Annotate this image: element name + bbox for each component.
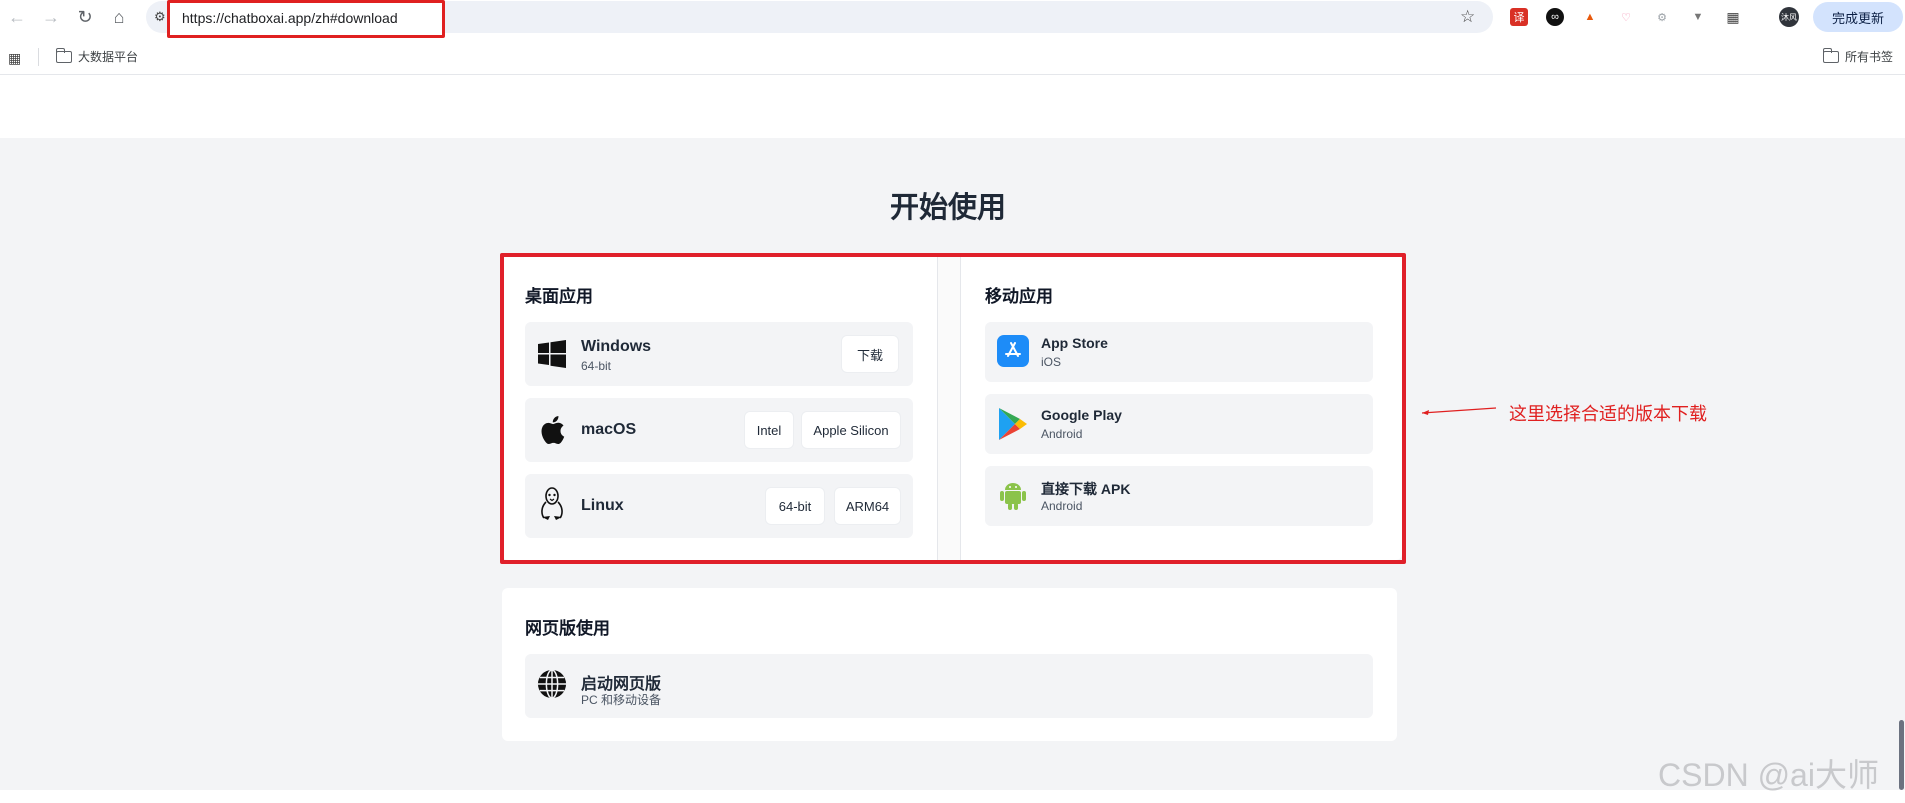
- apk-sub: Android: [1041, 499, 1083, 513]
- linux-row: Linux 64-bit ARM64: [525, 474, 913, 538]
- back-icon[interactable]: ←: [0, 1, 34, 35]
- forward-icon[interactable]: →: [34, 1, 68, 35]
- appstore-label: App Store: [1041, 335, 1108, 351]
- globe-icon: [537, 669, 567, 699]
- home-icon[interactable]: ⌂: [102, 1, 136, 35]
- chrome-divider: [0, 74, 1905, 75]
- extensions-puzzle-icon[interactable]: ▦: [1724, 8, 1742, 26]
- page-title: 开始使用: [889, 192, 1006, 224]
- desktop-section-title: 桌面应用: [525, 287, 593, 306]
- windows-row: Windows 64-bit 下载: [525, 322, 913, 386]
- extension-cat-icon[interactable]: ♡: [1617, 8, 1635, 26]
- bookmark-folder[interactable]: 大数据平台: [55, 47, 139, 65]
- extension-gear-icon[interactable]: ⚙: [1653, 8, 1671, 26]
- googleplay-row[interactable]: Google Play Android: [985, 394, 1373, 454]
- bookmarks-bar: ▦ 大数据平台 所有书签: [0, 42, 1905, 72]
- apps-grid-icon[interactable]: ▦: [8, 50, 21, 67]
- linux-label: Linux: [581, 497, 624, 514]
- appstore-icon: [997, 335, 1029, 367]
- appstore-sub: iOS: [1041, 355, 1062, 369]
- apk-label: 直接下载 APK: [1041, 481, 1131, 497]
- launch-web-row[interactable]: 启动网页版 PC 和移动设备: [525, 654, 1373, 718]
- launch-web-sub: PC 和移动设备: [581, 693, 662, 707]
- extension-infinity-icon[interactable]: ∞: [1546, 8, 1564, 26]
- linux-penguin-icon: [537, 487, 567, 520]
- macos-label: macOS: [581, 421, 637, 438]
- bookmark-folder-label: 大数据平台: [78, 50, 139, 64]
- linux-arm64-button[interactable]: ARM64: [834, 487, 901, 525]
- apple-icon: [537, 415, 567, 445]
- appstore-row[interactable]: App Store iOS: [985, 322, 1373, 382]
- mobile-section-title: 移动应用: [985, 287, 1053, 306]
- extension-tree-icon[interactable]: ▲: [1581, 8, 1599, 26]
- windows-label: Windows: [581, 338, 652, 355]
- windows-icon: [537, 339, 567, 369]
- windows-sub: 64-bit: [581, 359, 612, 373]
- googleplay-sub: Android: [1041, 427, 1083, 441]
- extension-vue-icon[interactable]: ▼: [1689, 8, 1707, 26]
- macos-intel-button[interactable]: Intel: [744, 411, 794, 449]
- folder-icon: [1822, 47, 1839, 63]
- url-text[interactable]: https://chatboxai.app/zh#download: [182, 10, 398, 26]
- windows-download-button[interactable]: 下载: [841, 335, 899, 373]
- macos-row: macOS Intel Apple Silicon: [525, 398, 913, 462]
- extension-translate-icon[interactable]: 译: [1510, 8, 1528, 26]
- android-icon: [997, 479, 1029, 511]
- apk-row[interactable]: 直接下载 APK Android: [985, 466, 1373, 526]
- page-scrollbar[interactable]: [1899, 720, 1904, 790]
- watermark: CSDN @ai大师: [1658, 757, 1879, 793]
- annotation-arrow-icon: [1421, 407, 1497, 415]
- profile-avatar[interactable]: 沐风: [1779, 7, 1799, 27]
- all-bookmarks-label: 所有书签: [1845, 50, 1894, 64]
- update-button[interactable]: 完成更新: [1813, 2, 1903, 32]
- web-section-title: 网页版使用: [525, 619, 610, 638]
- macos-apple-silicon-button[interactable]: Apple Silicon: [801, 411, 901, 449]
- folder-icon: [55, 47, 72, 63]
- bookmark-separator: [38, 48, 39, 66]
- reload-icon[interactable]: ↻: [68, 1, 102, 35]
- googleplay-label: Google Play: [1041, 407, 1122, 423]
- card-divider: [937, 254, 961, 560]
- bookmark-star-icon[interactable]: ☆: [1460, 7, 1475, 27]
- linux-64bit-button[interactable]: 64-bit: [765, 487, 825, 525]
- all-bookmarks[interactable]: 所有书签: [1822, 47, 1894, 65]
- annotation-text: 这里选择合适的版本下载: [1509, 404, 1707, 424]
- googleplay-icon: [997, 407, 1029, 441]
